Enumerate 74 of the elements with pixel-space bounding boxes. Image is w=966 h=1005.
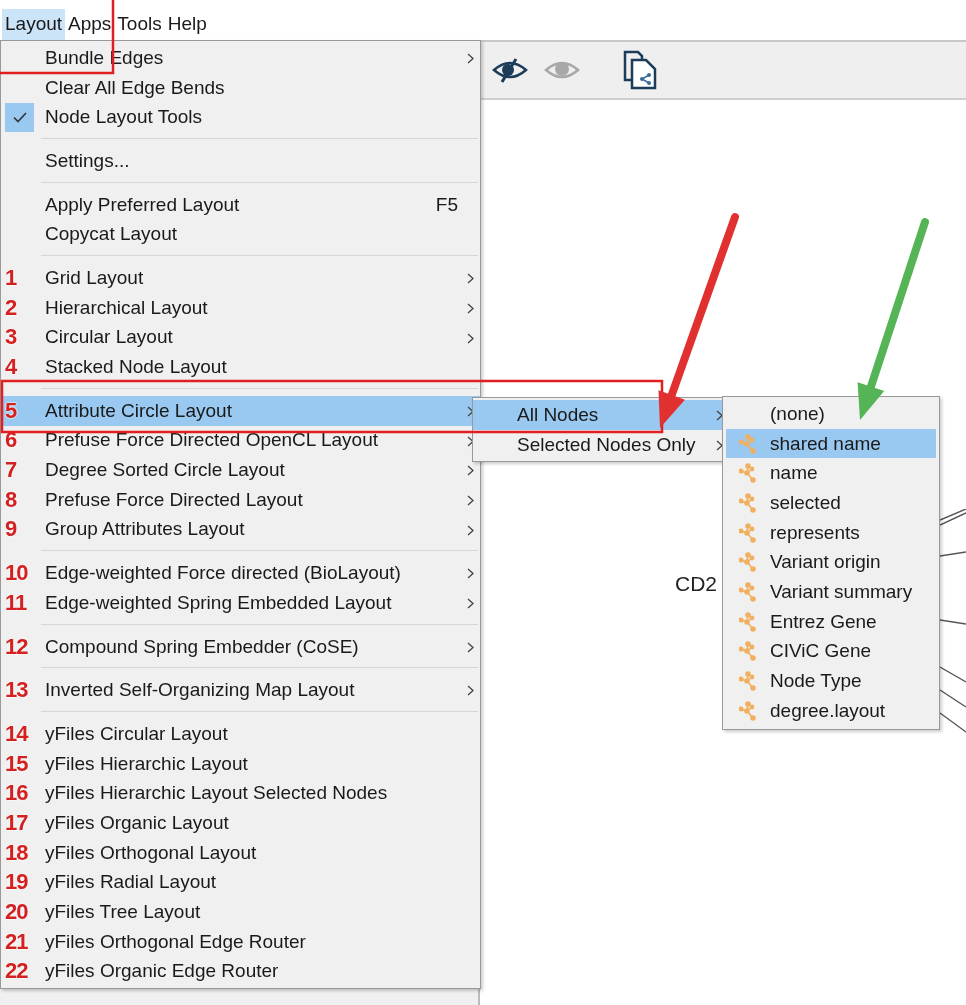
annotation-number: 7 [4, 457, 17, 484]
menu-item[interactable]: Apply Preferred Layout F5 [1, 189, 480, 220]
annotation-number: 13 [4, 677, 28, 704]
menu-item[interactable]: Node Type [726, 666, 936, 696]
annotation-number: 17 [4, 809, 28, 836]
attribute-icon [739, 700, 757, 721]
menu-item[interactable]: 15 yFiles Hierarchic Layout [1, 748, 480, 779]
attribute-icon [739, 522, 757, 543]
menu-item[interactable]: 14 yFiles Circular Layout [1, 719, 480, 749]
menu-item[interactable]: 1 Grid Layout [1, 263, 480, 293]
menu-item[interactable]: CIViC Gene [726, 636, 936, 667]
menu-item[interactable]: selected [726, 488, 936, 518]
menu-item[interactable]: 8 Prefuse Force Directed Layout [1, 484, 480, 515]
attribute-icon [739, 463, 757, 484]
annotation-number: 5 [4, 397, 17, 424]
menu-item[interactable]: 22 yFiles Organic Edge Router [1, 956, 480, 987]
annotation-number: 14 [4, 720, 28, 747]
attribute-icon [739, 433, 757, 454]
attribute-icon [739, 581, 757, 602]
menu-item[interactable]: Clear All Edge Bends [1, 72, 480, 103]
menu-item[interactable]: 2 Hierarchical Layout [1, 292, 480, 323]
annotation-number: 16 [4, 780, 28, 807]
menu-item[interactable]: 4 Stacked Node Layout [1, 352, 480, 382]
menu-bar-item[interactable]: Help [164, 9, 210, 40]
menu-item[interactable]: 16 yFiles Hierarchic Layout Selected Nodes [1, 778, 480, 809]
menu-item[interactable]: 13 Inverted Self-Organizing Map Layout [1, 675, 480, 706]
annotation-number: 11 [4, 589, 27, 616]
attribute-icon [739, 611, 757, 632]
menu-item[interactable]: 18 yFiles Orthogonal Layout [1, 837, 480, 868]
menu-bar-item[interactable]: Layout [2, 9, 66, 40]
share-document-icon[interactable] [622, 50, 658, 90]
menu-item[interactable]: 17 yFiles Organic Layout [1, 808, 480, 838]
annotation-number: 8 [4, 486, 17, 513]
attribute-icon [739, 492, 757, 513]
menu-item[interactable]: 21 yFiles Orthogonal Edge Router [1, 926, 480, 957]
annotation-number: 10 [4, 560, 28, 587]
menu-item[interactable]: 3 Circular Layout [1, 322, 480, 353]
menu-item[interactable]: name [726, 458, 936, 489]
annotation-number: 22 [4, 958, 28, 985]
menu-item[interactable]: Variant origin [726, 547, 936, 578]
menu-item[interactable]: represents [726, 517, 936, 548]
attribute-icon [739, 552, 757, 573]
annotation-number: 3 [4, 324, 17, 351]
annotation-number: 20 [4, 899, 28, 926]
menu-item[interactable]: 12 Compound Spring Embedder (CoSE) [1, 631, 480, 662]
menu-bar-item[interactable]: Tools [114, 9, 165, 40]
annotation-number: 19 [4, 869, 28, 896]
menu-item[interactable]: 10 Edge-weighted Force directed (BioLayout) [1, 558, 480, 588]
menu-item[interactable]: 5 Attribute Circle Layout [1, 395, 480, 426]
annotation-number: 4 [4, 354, 17, 381]
menu-item[interactable]: degree.layout [726, 695, 936, 726]
menu-item[interactable]: 19 yFiles Radial Layout [1, 867, 480, 898]
menu-item[interactable]: Node Layout Tools [1, 102, 480, 133]
menu-item[interactable]: (none) [726, 399, 936, 429]
annotation-number: 2 [4, 294, 17, 321]
menu-item[interactable]: Settings... [1, 146, 480, 176]
menu-item[interactable]: 9 Group Attributes Layout [1, 514, 480, 545]
attribute-icon [739, 641, 757, 662]
menu-item[interactable]: Entrez Gene [726, 606, 936, 637]
annotation-number: 18 [4, 839, 28, 866]
annotation-number: 9 [4, 516, 17, 543]
menu-item[interactable]: 20 yFiles Tree Layout [1, 897, 480, 927]
annotation-number: 21 [4, 928, 28, 955]
menu-item[interactable]: shared name [726, 428, 936, 459]
node-label: CD2 [675, 572, 717, 596]
menu-item[interactable]: Variant summary [726, 577, 936, 607]
attribute-icon [739, 671, 757, 692]
menu-bar-item[interactable]: Apps [65, 9, 115, 40]
menu-item[interactable]: Copycat Layout [1, 219, 480, 250]
hide-icon[interactable] [492, 57, 528, 83]
annotation-number: 15 [4, 750, 28, 777]
annotation-number: 1 [4, 264, 17, 291]
annotation-number: 12 [4, 633, 28, 660]
menu-item[interactable]: 11 Edge-weighted Spring Embedded Layout [1, 588, 480, 618]
